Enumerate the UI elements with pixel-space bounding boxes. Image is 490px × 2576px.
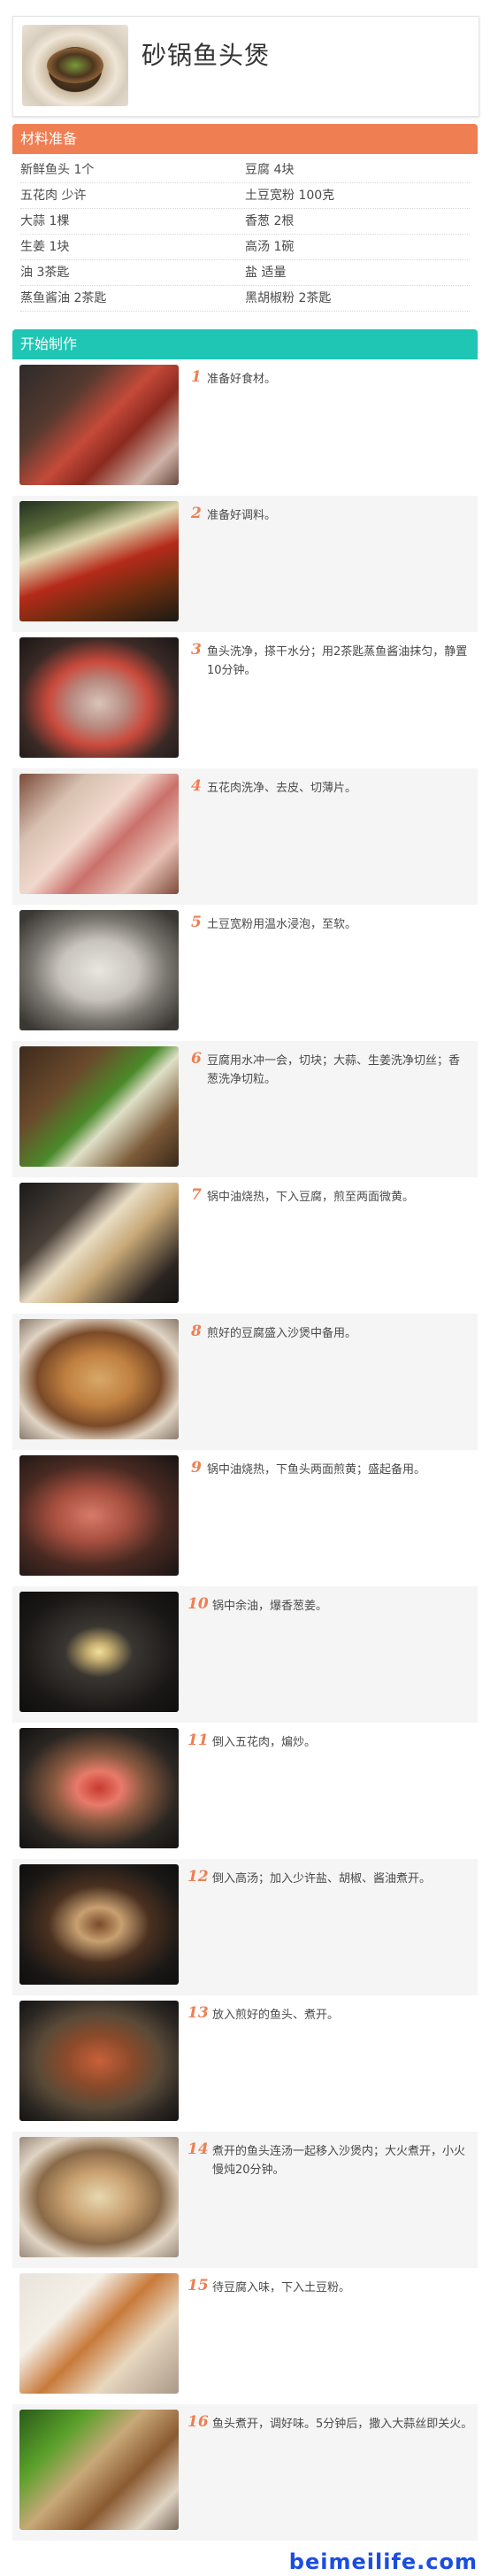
step-number: 8 [191, 1323, 202, 1340]
step-photo [19, 1455, 179, 1576]
step-text: 锅中油烧热，下入豆腐，煎至两面微黄。 [207, 1191, 415, 1204]
step-photo [19, 1319, 179, 1439]
step-text: 倒入五花肉，煸炒。 [212, 1736, 317, 1749]
step-number: 15 [188, 2277, 209, 2294]
step-number: 6 [191, 1050, 202, 1068]
ingredient-item: 高汤 1碗 [245, 240, 295, 254]
ingredients-section: 材料准备 新鲜鱼头 1个 豆腐 4块 五花肉 少许 土豆宽粉 100克 大蒜 1棵 香… [12, 124, 478, 312]
step-item: 7 锅中油烧热，下入豆腐，煎至两面微黄。 [12, 1177, 478, 1314]
step-photo [19, 2273, 179, 2394]
step-text: 五花肉洗净、去皮、切薄片。 [207, 782, 357, 795]
step-text: 土豆宽粉用温水浸泡，至软。 [207, 918, 357, 931]
step-number: 9 [191, 1459, 202, 1477]
ingredient-item: 盐 适量 [245, 266, 287, 280]
step-photo [19, 1592, 179, 1712]
ingredient-item: 新鲜鱼头 1个 [20, 163, 95, 177]
step-item: 13 放入煎好的鱼头、煮开。 [12, 1995, 478, 2132]
step-text: 锅中余油，爆香葱姜。 [212, 1600, 328, 1613]
step-photo [19, 1728, 179, 1848]
step-number: 16 [188, 2413, 209, 2431]
step-item: 11 倒入五花肉，煸炒。 [12, 1723, 478, 1859]
step-text: 倒入高汤；加入少许盐、胡椒、酱油煮开。 [212, 1872, 432, 1886]
step-number: 5 [191, 914, 202, 931]
step-photo [19, 1864, 179, 1985]
step-photo [19, 910, 179, 1030]
ingredient-row: 生姜 1块 高汤 1碗 [20, 235, 470, 260]
step-photo [19, 2410, 179, 2530]
step-number: 4 [191, 777, 202, 795]
step-photo [19, 2001, 179, 2121]
steps-heading: 开始制作 [12, 329, 478, 359]
step-photo [19, 1046, 179, 1167]
ingredient-row: 大蒜 1棵 香葱 2根 [20, 209, 470, 235]
step-item: 9 锅中油烧热，下鱼头两面煎黄；盛起备用。 [12, 1450, 478, 1586]
ingredient-row: 蒸鱼酱油 2茶匙 黑胡椒粉 2茶匙 [20, 286, 470, 312]
step-text: 准备好调料。 [207, 509, 277, 522]
step-text: 鱼头洗净，搽干水分；用2茶匙蒸鱼酱油抹匀，静置10分钟。 [207, 645, 468, 677]
step-item: 6 豆腐用水冲一会，切块；大蒜、生姜洗净切丝；香葱洗净切粒。 [12, 1041, 478, 1177]
step-item: 15 待豆腐入味，下入土豆粉。 [12, 2268, 478, 2404]
ingredient-row: 新鲜鱼头 1个 豆腐 4块 [20, 158, 470, 183]
step-item: 2 准备好调料。 [12, 496, 478, 632]
ingredient-item: 土豆宽粉 100克 [245, 189, 335, 203]
step-text: 放入煎好的鱼头、煮开。 [212, 2009, 340, 2022]
ingredient-row: 油 3茶匙 盐 适量 [20, 260, 470, 286]
ingredient-item: 油 3茶匙 [20, 266, 70, 280]
step-number: 14 [188, 2140, 209, 2158]
step-number: 3 [191, 641, 202, 659]
step-number: 13 [188, 2004, 209, 2022]
step-number: 1 [191, 368, 202, 386]
step-item: 5 土豆宽粉用温水浸泡，至软。 [12, 905, 478, 1041]
step-photo [19, 501, 179, 621]
site-watermark: beimeilife.com [288, 2549, 478, 2574]
steps-list: 1 准备好食材。 2 准备好调料。 3 鱼头洗净，搽干水分；用2茶匙蒸鱼酱油抹匀，静置… [12, 359, 478, 2541]
step-item: 14 煮开的鱼头连汤一起移入沙煲内；大火煮开，小火慢炖20分钟。 [12, 2132, 478, 2268]
step-number: 7 [191, 1186, 202, 1204]
step-text: 豆腐用水冲一会，切块；大蒜、生姜洗净切丝；香葱洗净切粒。 [207, 1054, 461, 1086]
step-photo [19, 2137, 179, 2257]
step-number: 12 [188, 1868, 209, 1886]
ingredients-list: 新鲜鱼头 1个 豆腐 4块 五花肉 少许 土豆宽粉 100克 大蒜 1棵 香葱 2根 … [12, 154, 478, 312]
step-number: 2 [191, 505, 202, 522]
ingredient-item: 蒸鱼酱油 2茶匙 [20, 291, 107, 305]
ingredient-item: 豆腐 4块 [245, 163, 295, 177]
step-photo [19, 1183, 179, 1303]
ingredient-item: 五花肉 少许 [20, 189, 87, 203]
step-item: 12 倒入高汤；加入少许盐、胡椒、酱油煮开。 [12, 1859, 478, 1995]
recipe-thumbnail-image [22, 25, 128, 106]
step-item: 1 准备好食材。 [12, 359, 478, 496]
ingredient-item: 大蒜 1棵 [20, 214, 70, 228]
ingredient-item: 生姜 1块 [20, 240, 70, 254]
step-item: 4 五花肉洗净、去皮、切薄片。 [12, 768, 478, 905]
step-text: 待豆腐入味，下入土豆粉。 [212, 2281, 351, 2294]
step-item: 8 煎好的豆腐盛入沙煲中备用。 [12, 1314, 478, 1450]
step-text: 煮开的鱼头连汤一起移入沙煲内；大火煮开，小火慢炖20分钟。 [212, 2145, 466, 2177]
ingredient-row: 五花肉 少许 土豆宽粉 100克 [20, 183, 470, 209]
step-number: 10 [188, 1595, 209, 1613]
step-photo [19, 774, 179, 894]
recipe-header: 砂锅鱼头煲 [12, 16, 479, 117]
step-item: 16 鱼头煮开，调好味。5分钟后，撒入大蒜丝即关火。 [12, 2404, 478, 2541]
ingredient-item: 黑胡椒粉 2茶匙 [245, 291, 332, 305]
step-text: 准备好食材。 [207, 373, 277, 386]
step-item: 3 鱼头洗净，搽干水分；用2茶匙蒸鱼酱油抹匀，静置10分钟。 [12, 632, 478, 768]
step-photo [19, 637, 179, 758]
ingredient-item: 香葱 2根 [245, 214, 295, 228]
step-text: 煎好的豆腐盛入沙煲中备用。 [207, 1327, 357, 1340]
step-text: 锅中油烧热，下鱼头两面煎黄；盛起备用。 [207, 1463, 426, 1477]
recipe-title: 砂锅鱼头煲 [142, 41, 271, 70]
step-text: 鱼头煮开，调好味。5分钟后，撒入大蒜丝即关火。 [212, 2418, 473, 2431]
ingredients-heading: 材料准备 [12, 124, 478, 154]
step-photo [19, 365, 179, 485]
steps-heading-wrap: 开始制作 [12, 329, 478, 359]
step-item: 10 锅中余油，爆香葱姜。 [12, 1586, 478, 1723]
step-number: 11 [188, 1731, 209, 1749]
